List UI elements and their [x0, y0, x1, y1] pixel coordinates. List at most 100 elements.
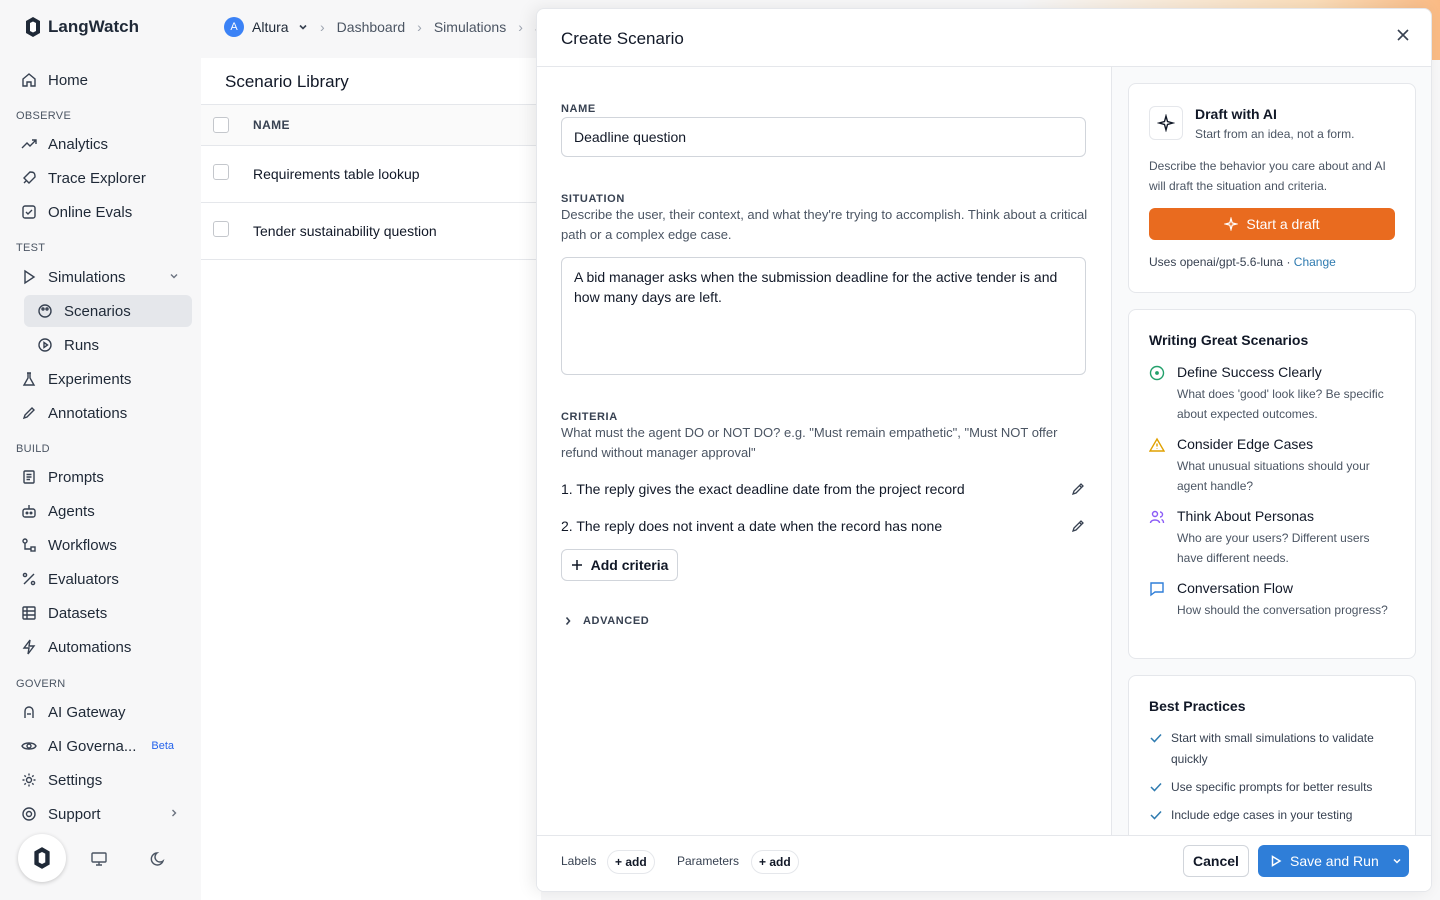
sidebar-item-settings[interactable]: Settings — [8, 764, 192, 796]
sidebar-item-analytics[interactable]: Analytics — [8, 128, 192, 160]
sidebar-item-simulations[interactable]: Simulations — [8, 261, 192, 293]
eye-icon — [20, 737, 38, 755]
sparkles-icon — [1224, 217, 1239, 231]
sidebar-item-label: Experiments — [48, 370, 132, 388]
row-checkbox[interactable] — [213, 164, 229, 180]
sidebar-item-label: Runs — [64, 336, 100, 354]
breadcrumb-dashboard[interactable]: Dashboard — [337, 19, 406, 35]
cancel-button[interactable]: Cancel — [1183, 845, 1249, 877]
best-practice-text: Include edge cases in your testing — [1171, 808, 1353, 822]
sidebar-item-agents[interactable]: Agents — [8, 495, 192, 527]
page-title: Scenario Library — [225, 72, 349, 91]
criteria-item[interactable]: 1. The reply gives the exact deadline da… — [561, 481, 1086, 497]
tip-desc: How should the conversation progress? — [1177, 603, 1388, 617]
breadcrumb-separator-icon: › — [518, 19, 523, 35]
sidebar-item-ai-governance[interactable]: AI Governa... Beta — [8, 730, 192, 762]
add-parameter-button[interactable]: + add — [751, 850, 799, 874]
sidebar-item-prompts[interactable]: Prompts — [8, 461, 192, 493]
situation-textarea[interactable]: A bid manager asks when the submission d… — [561, 257, 1086, 375]
best-practice-text: Use specific prompts for better results — [1171, 780, 1373, 794]
sidebar-item-evaluators[interactable]: Evaluators — [8, 563, 192, 595]
change-model-link[interactable]: Change — [1294, 255, 1336, 269]
sidebar-item-label: Workflows — [48, 536, 117, 554]
sidebar-item-label: Analytics — [48, 135, 109, 153]
best-practice-item: Start with small simulations to validate… — [1149, 728, 1409, 770]
select-all-checkbox[interactable] — [213, 117, 229, 133]
langwatch-logo-icon — [26, 17, 40, 37]
sidebar-item-home[interactable]: Home — [8, 64, 192, 96]
chat-bubble-icon — [1150, 582, 1164, 597]
sidebar-item-workflows[interactable]: Workflows — [8, 529, 192, 561]
add-criteria-label: Add criteria — [590, 557, 669, 573]
sidebar-item-automations[interactable]: Automations — [8, 631, 192, 663]
sidebar-item-trace-explorer[interactable]: Trace Explorer — [8, 162, 192, 194]
document-icon — [20, 468, 38, 486]
row-name: Requirements table lookup — [253, 166, 420, 182]
sidebar-item-annotations[interactable]: Annotations — [8, 397, 192, 429]
sidebar-item-label: AI Governa... — [48, 737, 137, 755]
chevron-down-icon — [299, 24, 307, 30]
create-scenario-drawer: Create Scenario NAME Deadline question S… — [536, 8, 1432, 892]
tips-card: Writing Great Scenarios Define Success C… — [1128, 309, 1416, 659]
best-practice-item: Use specific prompts for better results — [1149, 777, 1409, 798]
save-and-run-button[interactable]: Save and Run — [1258, 845, 1409, 877]
monitor-icon[interactable] — [90, 850, 108, 868]
target-icon — [1149, 365, 1165, 381]
plus-icon — [571, 560, 582, 570]
tip-title: Conversation Flow — [1177, 580, 1293, 596]
brand-logo[interactable]: LangWatch — [24, 16, 139, 38]
section-test: TEST — [16, 242, 46, 254]
model-separator: · — [1286, 255, 1291, 269]
advanced-toggle[interactable]: ADVANCED — [563, 615, 649, 627]
sidebar-item-label: Simulations — [48, 268, 126, 286]
best-practices-card: Best Practices Start with small simulati… — [1128, 675, 1416, 835]
drawer-title: Create Scenario — [561, 29, 684, 48]
draft-ai-subtitle: Start from an idea, not a form. — [1195, 127, 1355, 141]
add-criteria-button[interactable]: Add criteria — [561, 549, 678, 581]
edit-pencil-icon[interactable] — [1070, 518, 1086, 534]
criteria-item[interactable]: 2. The reply does not invent a date when… — [561, 518, 1086, 534]
sidebar-item-runs[interactable]: Runs — [24, 329, 192, 361]
edit-pencil-icon[interactable] — [1070, 481, 1086, 497]
tip-desc: Who are your users? Different users have… — [1177, 531, 1370, 565]
sidebar-item-experiments[interactable]: Experiments — [8, 363, 192, 395]
sidebar-item-support[interactable]: Support — [8, 798, 192, 830]
trend-icon — [20, 135, 38, 153]
org-name: Altura — [252, 19, 289, 35]
close-icon[interactable] — [1393, 25, 1413, 45]
sidebar-item-label: Agents — [48, 502, 95, 520]
table-row[interactable]: Tender sustainability question — [201, 203, 541, 260]
start-draft-button[interactable]: Start a draft — [1149, 208, 1395, 240]
scenario-library: Scenario Library NAME Requirements table… — [201, 58, 541, 900]
org-switcher[interactable]: A Altura — [224, 17, 309, 37]
sidebar-item-datasets[interactable]: Datasets — [8, 597, 192, 629]
sidebar-item-label: Online Evals — [48, 203, 133, 221]
tip-title: Define Success Clearly — [1177, 364, 1322, 380]
chevron-down-icon — [168, 270, 180, 285]
sidebar-footer — [18, 834, 198, 884]
brand-name: LangWatch — [48, 17, 139, 36]
chevron-right-icon — [565, 616, 571, 626]
user-avatar[interactable] — [18, 834, 66, 882]
best-practice-item: Include edge cases in your testing — [1149, 805, 1409, 826]
sidebar-item-online-evals[interactable]: Online Evals — [8, 196, 192, 228]
chevron-down-icon[interactable] — [1391, 855, 1403, 867]
sidebar-item-ai-gateway[interactable]: AI Gateway — [8, 696, 192, 728]
check-icon — [1150, 782, 1162, 792]
gear-icon — [20, 771, 38, 789]
add-label-button[interactable]: + add — [607, 850, 655, 874]
sidebar-item-label: Home — [48, 71, 89, 89]
sidebar-item-label: Prompts — [48, 468, 104, 486]
cancel-label: Cancel — [1193, 853, 1239, 869]
breadcrumb-simulations[interactable]: Simulations — [434, 19, 506, 35]
tip-title: Consider Edge Cases — [1177, 436, 1314, 452]
sidebar-item-scenarios[interactable]: Scenarios — [24, 295, 192, 327]
row-checkbox[interactable] — [213, 221, 229, 237]
name-input[interactable]: Deadline question — [561, 117, 1086, 157]
sidebar-item-label: Scenarios — [64, 302, 131, 320]
tips-title: Writing Great Scenarios — [1149, 332, 1309, 348]
tip-desc: What unusual situations should your agen… — [1177, 459, 1370, 493]
table-row[interactable]: Requirements table lookup — [201, 146, 541, 203]
moon-icon[interactable] — [150, 850, 168, 868]
sidebar-item-label: Annotations — [48, 404, 128, 422]
